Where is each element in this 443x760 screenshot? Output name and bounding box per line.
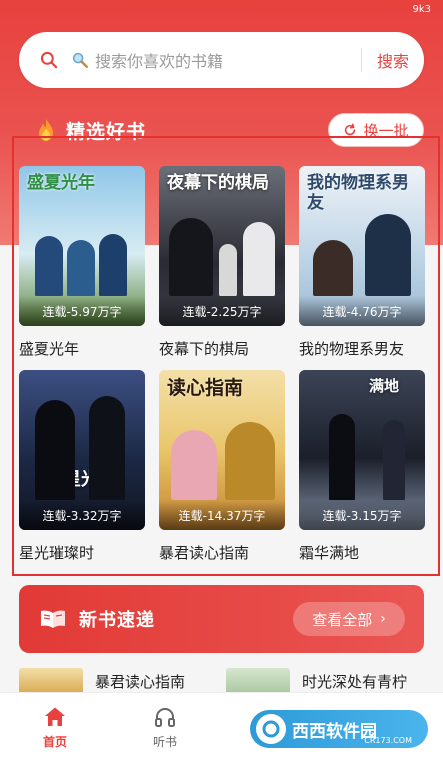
headphones-icon	[155, 708, 175, 727]
book-cover[interactable]: 读心指南 连载-14.37万字	[159, 370, 285, 530]
book-title[interactable]: 暴君读心指南	[159, 542, 285, 563]
book-cover[interactable]: 我的物理系男友 连载-4.76万字	[299, 166, 425, 326]
home-icon	[45, 707, 65, 726]
serial-badge: 连载-5.97万字	[19, 296, 145, 326]
book-title[interactable]: 霜华满地	[299, 542, 425, 563]
refresh-label: 换一批	[363, 121, 409, 140]
book-title[interactable]: 盛夏光年	[19, 338, 145, 359]
book-cover[interactable]: 满地 连载-3.15万字	[299, 370, 425, 530]
list-item[interactable]: 暴君读心指南	[19, 668, 185, 694]
book-card[interactable]: 我的物理系男友 连载-4.76万字 我的物理系男友	[299, 166, 425, 359]
book-title[interactable]: 我的物理系男友	[299, 338, 425, 359]
serial-badge: 连载-14.37万字	[159, 500, 285, 530]
cover-title: 我的物理系男友	[307, 173, 409, 213]
book-title[interactable]: 星光璀璨时	[19, 542, 145, 563]
tab-label: 听书	[152, 735, 177, 749]
open-book-icon	[41, 610, 65, 628]
refresh-button[interactable]: 换一批	[328, 113, 424, 147]
site-watermark: 西西软件园 CR173.COM	[250, 710, 428, 748]
flame-icon	[39, 119, 53, 141]
status-indicator: 9k3	[412, 4, 431, 15]
refresh-icon	[345, 123, 356, 136]
new-books-banner: 新书速递 查看全部 ›	[19, 585, 424, 653]
view-all-label: 查看全部	[312, 610, 373, 629]
tab-home[interactable]: 首页	[0, 693, 110, 760]
view-all-button[interactable]: 查看全部 ›	[293, 602, 405, 636]
book-title[interactable]: 夜幕下的棋局	[159, 338, 285, 359]
cover-title: 读心指南	[167, 377, 244, 399]
list-item[interactable]: 时光深处有青柠	[226, 668, 407, 694]
cover-title: 盛夏光年	[27, 173, 95, 193]
book-thumbnail	[19, 668, 83, 694]
book-thumbnail	[226, 668, 290, 694]
serial-badge: 连载-3.15万字	[299, 500, 425, 530]
featured-title: 精选好书	[66, 120, 147, 143]
new-books-title: 新书速递	[79, 610, 155, 631]
cover-title: 夜幕下的棋局	[167, 173, 269, 193]
search-icon	[40, 51, 58, 69]
serial-badge: 连载-3.32万字	[19, 500, 145, 530]
tab-listen[interactable]: 听书	[110, 693, 220, 760]
featured-header: 精选好书 换一批	[36, 113, 424, 147]
tab-label: 首页	[42, 735, 67, 749]
search-input[interactable]: 搜索你喜欢的书籍	[95, 48, 361, 72]
serial-badge: 连载-4.76万字	[299, 296, 425, 326]
book-cover[interactable]: 星光 连载-3.32万字	[19, 370, 145, 530]
chevron-right-icon: ›	[380, 611, 386, 627]
list-item-title: 暴君读心指南	[95, 672, 186, 691]
cover-title: 满地	[369, 377, 400, 395]
book-card[interactable]: 读心指南 连载-14.37万字 暴君读心指南	[159, 370, 285, 563]
book-cover[interactable]: 盛夏光年 连载-5.97万字	[19, 166, 145, 326]
watermark-subtext: CR173.COM	[364, 736, 412, 745]
book-card[interactable]: 满地 连载-3.15万字 霜华满地	[299, 370, 425, 563]
list-item-title: 时光深处有青柠	[302, 672, 408, 691]
book-cover[interactable]: 夜幕下的棋局 连载-2.25万字	[159, 166, 285, 326]
book-card[interactable]: 夜幕下的棋局 连载-2.25万字 夜幕下的棋局	[159, 166, 285, 359]
book-card[interactable]: 盛夏光年 连载-5.97万字 盛夏光年	[19, 166, 145, 359]
book-card[interactable]: 星光 连载-3.32万字 星光璀璨时	[19, 370, 145, 563]
serial-badge: 连载-2.25万字	[159, 296, 285, 326]
magnifier-emoji-icon	[72, 52, 88, 68]
search-button[interactable]: 搜索	[362, 48, 424, 72]
search-bar[interactable]: 搜索你喜欢的书籍 搜索	[19, 32, 424, 88]
watermark-logo-icon	[256, 714, 286, 744]
